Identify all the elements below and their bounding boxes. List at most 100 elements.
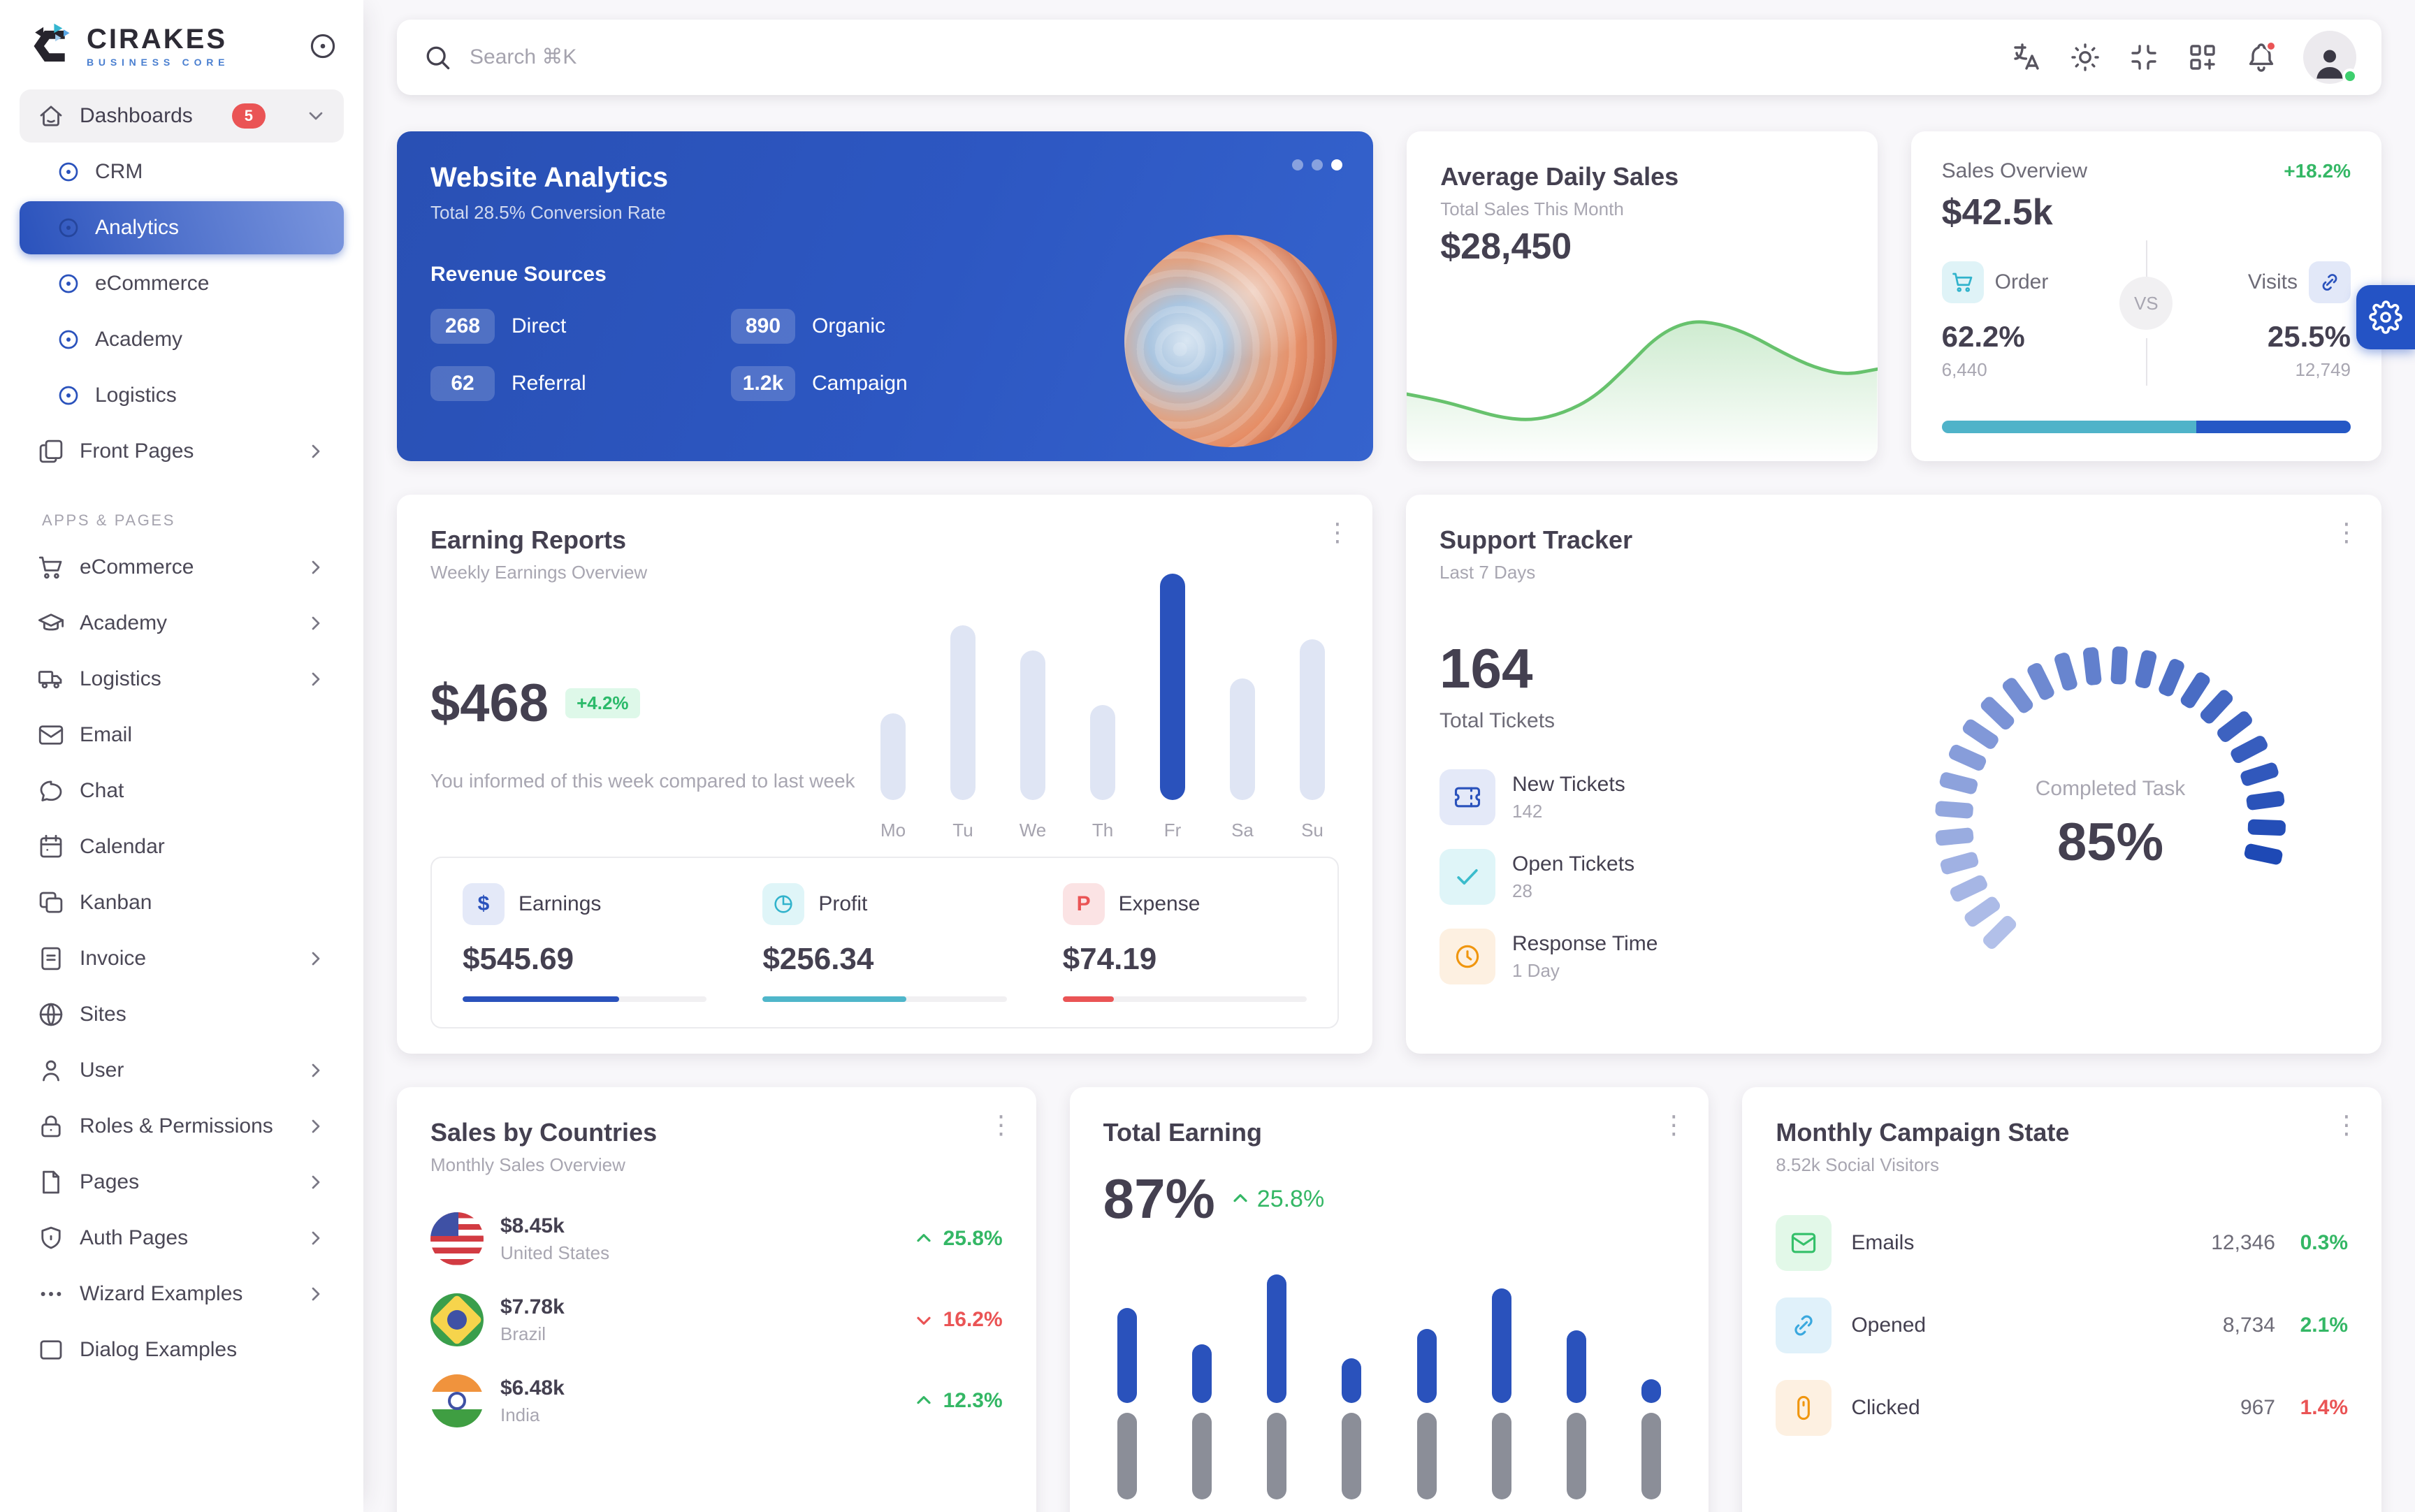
minimize-icon[interactable]: [2127, 41, 2161, 74]
weekly-earnings-amount: $468: [430, 673, 549, 734]
sun-icon[interactable]: [2068, 41, 2102, 74]
sidebar-item-label: eCommerce: [80, 555, 194, 579]
sidebar-item-auth-pages[interactable]: Auth Pages: [20, 1212, 344, 1265]
chevron-right-icon: [305, 440, 327, 463]
radio-icon: [56, 215, 81, 240]
user-icon: [36, 1056, 66, 1085]
sidebar-item-roles-permissions[interactable]: Roles & Permissions: [20, 1100, 344, 1153]
sidebar-pin-icon[interactable]: [307, 31, 338, 61]
sidebar-item-email[interactable]: Email: [20, 708, 344, 762]
sidebar-item-pages[interactable]: Pages: [20, 1156, 344, 1209]
earnings-delta-badge: +4.2%: [565, 688, 639, 718]
sidebar-item-dashboards[interactable]: Dashboards 5: [20, 89, 344, 143]
kebab-menu-icon[interactable]: ⋮: [2334, 1112, 2359, 1137]
sidebar-item-invoice[interactable]: Invoice: [20, 932, 344, 985]
check-icon: [1439, 849, 1495, 905]
link-icon[interactable]: [2309, 261, 2351, 303]
language-icon[interactable]: [2010, 41, 2043, 74]
card-subtitle: Monthly Sales Overview: [430, 1154, 1003, 1176]
sidebar-item-chat[interactable]: Chat: [20, 764, 344, 817]
sidebar-item-label: Front Pages: [80, 439, 194, 463]
order-count: 6,440: [1942, 359, 2147, 381]
sidebar-item-logistics-dash[interactable]: Logistics: [20, 369, 344, 422]
website-analytics-card: Website Analytics Total 28.5% Conversion…: [397, 131, 1373, 461]
sales-delta: +18.2%: [2284, 160, 2351, 182]
chevron-right-icon: [305, 612, 327, 634]
sidebar-item-academy[interactable]: Academy: [20, 597, 344, 650]
carousel-dot[interactable]: [1312, 159, 1323, 170]
sidebar-item-label: eCommerce: [95, 272, 209, 296]
kebab-menu-icon[interactable]: ⋮: [1661, 1112, 1686, 1137]
sidebar-item-label: Wizard Examples: [80, 1282, 242, 1306]
kebab-menu-icon[interactable]: ⋮: [2334, 520, 2359, 545]
card-title: Average Daily Sales: [1440, 162, 1843, 191]
sidebar: CIRAKES BUSINESS CORE Dashboards 5 CRM A…: [0, 0, 363, 1512]
gauge-value: 85%: [1887, 812, 2334, 873]
carousel-dots: [1292, 159, 1342, 170]
sidebar-item-label: Email: [80, 723, 132, 747]
card-title: Sales by Countries: [430, 1118, 1003, 1147]
total-earning-percent: 87%: [1103, 1167, 1215, 1231]
sidebar-item-label: Auth Pages: [80, 1226, 188, 1250]
average-daily-sales-card: Average Daily Sales Total Sales This Mon…: [1407, 131, 1877, 461]
lock-icon: [36, 1112, 66, 1141]
carousel-dot[interactable]: [1292, 159, 1303, 170]
shortcuts-icon[interactable]: [2186, 41, 2219, 74]
earning-reports-card: Earning Reports Weekly Earnings Overview…: [397, 495, 1372, 1054]
sidebar-item-crm[interactable]: CRM: [20, 145, 344, 198]
chevron-right-icon: [305, 1115, 327, 1137]
sidebar-item-label: Dialog Examples: [80, 1338, 237, 1362]
sidebar-item-label: User: [80, 1059, 124, 1082]
brand: CIRAKES BUSINESS CORE: [0, 0, 363, 87]
sidebar-item-analytics[interactable]: Analytics: [20, 201, 344, 254]
kebab-menu-icon[interactable]: ⋮: [989, 1112, 1014, 1137]
card-title: Earning Reports: [430, 525, 1339, 555]
shield-icon: [36, 1223, 66, 1253]
sidebar-item-user[interactable]: User: [20, 1044, 344, 1097]
sidebar-item-wizard-examples[interactable]: Wizard Examples: [20, 1267, 344, 1321]
visits-percent: 25.5%: [2146, 320, 2351, 354]
sidebar-item-ecommerce[interactable]: eCommerce: [20, 541, 344, 594]
sidebar-item-ecommerce-dash[interactable]: eCommerce: [20, 257, 344, 310]
country-row-brazil: $7.78kBrazil 16.2%: [430, 1293, 1003, 1346]
pie-icon: [762, 883, 804, 925]
sidebar-item-calendar[interactable]: Calendar: [20, 820, 344, 873]
card-title: Sales Overview: [1942, 159, 2087, 183]
expense-stat: PExpense $74.19: [1063, 883, 1307, 1002]
earnings-stat: $Earnings $545.69: [463, 883, 706, 1002]
weekly-bars: MoTuWeThFrSaSu: [872, 562, 1333, 841]
theme-customizer-button[interactable]: [2356, 285, 2415, 349]
sidebar-item-logistics[interactable]: Logistics: [20, 653, 344, 706]
sidebar-item-kanban[interactable]: Kanban: [20, 876, 344, 929]
search-bar[interactable]: [422, 42, 2010, 73]
campaign-row-clicked: Clicked 967 1.4%: [1776, 1380, 2348, 1436]
avatar[interactable]: [2303, 31, 2356, 84]
chevron-right-icon: [305, 668, 327, 690]
card-subtitle: Last 7 Days: [1439, 562, 2348, 583]
carousel-dot-active[interactable]: [1331, 159, 1342, 170]
bell-icon[interactable]: [2244, 41, 2278, 74]
radio-icon: [56, 383, 81, 408]
mouse-icon: [1776, 1380, 1832, 1436]
sidebar-item-label: Chat: [80, 779, 124, 803]
card-subtitle: Total 28.5% Conversion Rate: [430, 202, 1340, 224]
sidebar-section-label: APPS & PAGES: [42, 511, 363, 530]
sidebar-item-front-pages[interactable]: Front Pages: [20, 425, 344, 478]
sidebar-item-sites[interactable]: Sites: [20, 988, 344, 1041]
search-input[interactable]: [470, 45, 917, 69]
chevron-right-icon: [305, 1171, 327, 1193]
earnings-caption: You informed of this week compared to la…: [430, 770, 906, 792]
sidebar-item-dialog-examples[interactable]: Dialog Examples: [20, 1323, 344, 1376]
completed-task-gauge: Completed Task 85%: [1887, 612, 2334, 1031]
cart-icon: [1942, 261, 1984, 303]
sidebar-item-academy-dash[interactable]: Academy: [20, 313, 344, 366]
us-flag-icon: [430, 1212, 484, 1265]
home-icon: [36, 101, 66, 131]
sidebar-item-label: Academy: [80, 611, 167, 635]
card-title: Monthly Campaign State: [1776, 1118, 2348, 1147]
radio-icon: [56, 159, 81, 184]
chevron-right-icon: [305, 1227, 327, 1249]
kebab-menu-icon[interactable]: ⋮: [1325, 520, 1350, 545]
gear-icon: [2369, 300, 2402, 334]
invoice-icon: [36, 944, 66, 973]
